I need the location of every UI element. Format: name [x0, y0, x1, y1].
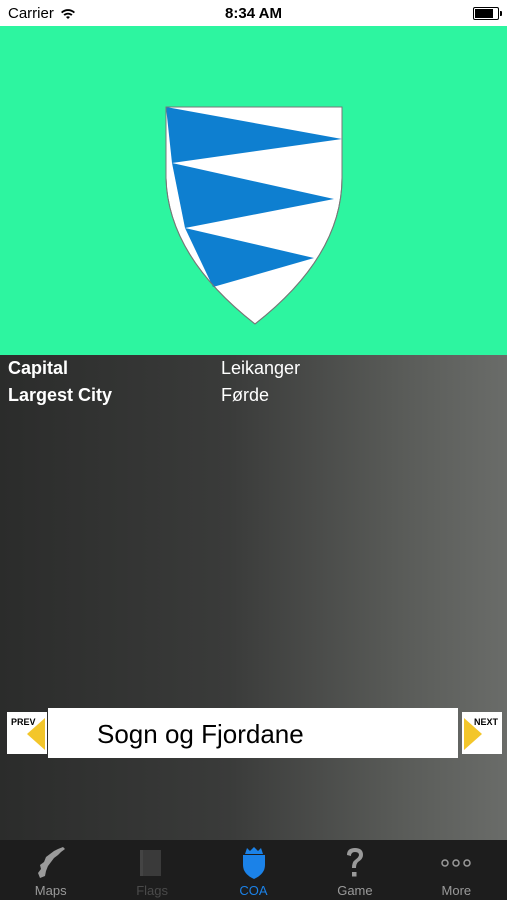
- next-button[interactable]: NEXT: [462, 712, 502, 754]
- capital-label: Capital: [8, 358, 69, 378]
- region-name: Sogn og Fjordane: [97, 719, 304, 749]
- tab-maps-label: Maps: [34, 883, 67, 898]
- tab-maps[interactable]: Maps: [0, 840, 101, 900]
- tab-bar: Maps Flags COA Game More: [0, 840, 507, 900]
- battery-icon: [473, 7, 502, 20]
- coat-of-arms-icon: [242, 847, 265, 879]
- capital-value: Leikanger: [221, 358, 301, 378]
- tab-game-label: Game: [337, 883, 373, 898]
- coat-of-arms-shield: [165, 106, 343, 325]
- tab-game[interactable]: Game: [304, 840, 405, 900]
- tab-coa-label: COA: [239, 883, 268, 898]
- info-row-largest-city: Largest City Førde: [0, 385, 507, 411]
- info-panel: Capital Leikanger Largest City Førde: [0, 355, 507, 840]
- tab-flags[interactable]: Flags: [101, 840, 202, 900]
- status-time: 8:34 AM: [225, 5, 282, 22]
- tab-flags-label: Flags: [136, 883, 168, 898]
- arrow-right-icon: [464, 718, 482, 750]
- largest-city-value: Førde: [221, 385, 270, 405]
- norway-map-icon: [37, 847, 65, 878]
- prev-button[interactable]: PREV: [7, 712, 47, 754]
- arrow-left-icon: [27, 718, 45, 750]
- tab-coa[interactable]: COA: [203, 840, 304, 900]
- flag-icon: [140, 850, 162, 876]
- battery-level: [475, 9, 493, 18]
- tab-more-label: More: [441, 883, 472, 898]
- info-row-capital: Capital Leikanger: [0, 358, 507, 384]
- status-bar: Carrier 8:34 AM: [0, 0, 507, 26]
- largest-city-label: Largest City: [8, 385, 113, 405]
- more-dots-icon: [441, 859, 472, 867]
- region-name-box: Sogn og Fjordane: [48, 708, 458, 758]
- tab-more[interactable]: More: [406, 840, 507, 900]
- question-mark-icon: [346, 848, 363, 877]
- coat-of-arms-panel: [0, 26, 507, 355]
